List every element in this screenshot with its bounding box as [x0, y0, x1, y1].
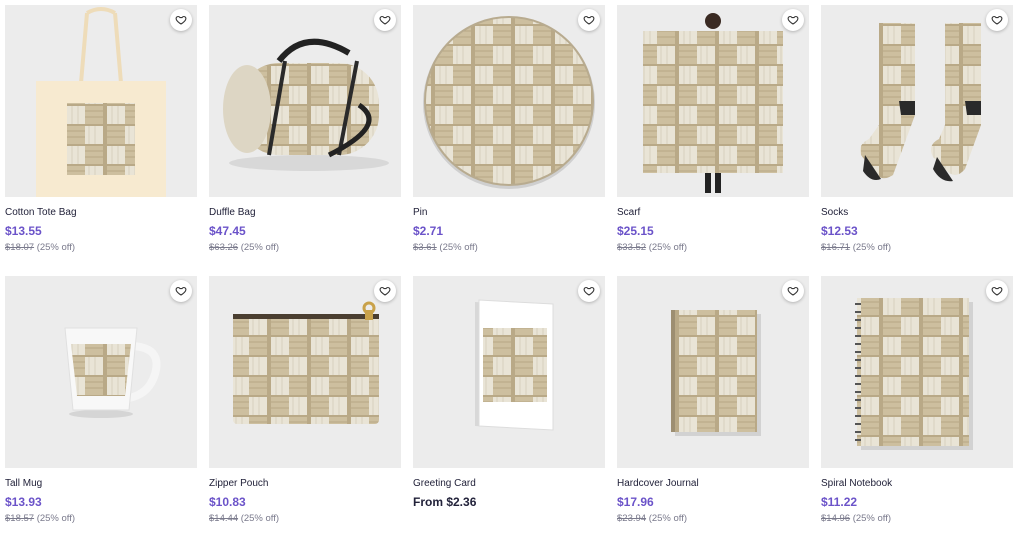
- heart-outline-icon: [787, 14, 799, 26]
- product-title[interactable]: Zipper Pouch: [209, 477, 401, 490]
- price-discount-line: $18.07 (25% off): [5, 242, 197, 254]
- product-price: $13.93: [5, 495, 42, 509]
- favorite-button[interactable]: [986, 9, 1008, 31]
- product-image-greeting-card[interactable]: [413, 276, 605, 468]
- heart-outline-icon: [583, 14, 595, 26]
- price-discount-line: $14.44 (25% off): [209, 513, 401, 525]
- product-image-spiral-notebook[interactable]: [821, 276, 1013, 468]
- price-discount-line: $33.52 (25% off): [617, 242, 809, 254]
- product-card[interactable]: Hardcover Journal $17.96 $23.94 (25% off…: [617, 276, 809, 525]
- product-title[interactable]: Spiral Notebook: [821, 477, 1013, 490]
- product-card[interactable]: Greeting Card From $2.36: [413, 276, 605, 510]
- product-card[interactable]: Scarf $25.15 $33.52 (25% off): [617, 5, 809, 254]
- product-image-tall-mug[interactable]: [5, 276, 197, 468]
- favorite-button[interactable]: [578, 280, 600, 302]
- product-card[interactable]: Pin $2.71 $3.61 (25% off): [413, 5, 605, 254]
- product-title[interactable]: Socks: [821, 206, 1013, 219]
- favorite-button[interactable]: [374, 280, 396, 302]
- product-title[interactable]: Tall Mug: [5, 477, 197, 490]
- heart-outline-icon: [787, 285, 799, 297]
- price-discount-line: $16.71 (25% off): [821, 242, 1013, 254]
- product-grid: Cotton Tote Bag $13.55 $18.07 (25% off) …: [0, 0, 1024, 535]
- heart-outline-icon: [991, 14, 1003, 26]
- price-discount-line: $14.96 (25% off): [821, 513, 1013, 525]
- product-card[interactable]: Duffle Bag $47.45 $63.26 (25% off): [209, 5, 401, 254]
- price-discount-line: $3.61 (25% off): [413, 242, 605, 254]
- price-discount-line: $18.57 (25% off): [5, 513, 197, 525]
- price-discount-line: $63.26 (25% off): [209, 242, 401, 254]
- discount-label: (25% off): [852, 242, 892, 253]
- product-price: $47.45: [209, 224, 246, 238]
- favorite-button[interactable]: [170, 280, 192, 302]
- discount-label: (25% off): [36, 513, 76, 524]
- original-price: $3.61: [413, 242, 437, 253]
- heart-outline-icon: [379, 14, 391, 26]
- heart-outline-icon: [379, 285, 391, 297]
- product-price: $12.53: [821, 224, 858, 238]
- discount-label: (25% off): [648, 513, 688, 524]
- product-title[interactable]: Cotton Tote Bag: [5, 206, 197, 219]
- price-discount-line: $23.94 (25% off): [617, 513, 809, 525]
- product-card[interactable]: Tall Mug $13.93 $18.57 (25% off): [5, 276, 197, 525]
- favorite-button[interactable]: [170, 9, 192, 31]
- product-title[interactable]: Scarf: [617, 206, 809, 219]
- discount-label: (25% off): [439, 242, 478, 253]
- original-price: $14.44: [209, 513, 239, 524]
- discount-label: (25% off): [240, 513, 280, 524]
- product-price: $11.22: [821, 495, 858, 509]
- heart-outline-icon: [175, 14, 187, 26]
- heart-outline-icon: [583, 285, 595, 297]
- original-price: $18.07: [5, 242, 35, 253]
- product-price: From $2.36: [413, 495, 477, 509]
- product-price: $17.96: [617, 495, 654, 509]
- product-card[interactable]: Spiral Notebook $11.22 $14.96 (25% off): [821, 276, 1013, 525]
- product-price: $13.55: [5, 224, 42, 238]
- favorite-button[interactable]: [374, 9, 396, 31]
- product-image-scarf[interactable]: [617, 5, 809, 197]
- product-price: $10.83: [209, 495, 246, 509]
- original-price: $63.26: [209, 242, 239, 253]
- product-title[interactable]: Hardcover Journal: [617, 477, 809, 490]
- product-image-zipper-pouch[interactable]: [209, 276, 401, 468]
- product-title[interactable]: Pin: [413, 206, 605, 219]
- product-image-tote-bag[interactable]: [5, 5, 197, 197]
- favorite-button[interactable]: [782, 9, 804, 31]
- discount-label: (25% off): [648, 242, 688, 253]
- discount-label: (25% off): [852, 513, 892, 524]
- original-price: $16.71: [821, 242, 851, 253]
- original-price: $23.94: [617, 513, 647, 524]
- product-image-socks[interactable]: [821, 5, 1013, 197]
- product-title[interactable]: Greeting Card: [413, 477, 605, 490]
- product-card[interactable]: Zipper Pouch $10.83 $14.44 (25% off): [209, 276, 401, 525]
- heart-outline-icon: [991, 285, 1003, 297]
- favorite-button[interactable]: [578, 9, 600, 31]
- original-price: $33.52: [617, 242, 647, 253]
- heart-outline-icon: [175, 285, 187, 297]
- product-image-hardcover-journal[interactable]: [617, 276, 809, 468]
- favorite-button[interactable]: [986, 280, 1008, 302]
- original-price: $18.57: [5, 513, 35, 524]
- original-price: $14.96: [821, 513, 851, 524]
- product-price: $25.15: [617, 224, 654, 238]
- discount-label: (25% off): [36, 242, 76, 253]
- favorite-button[interactable]: [782, 280, 804, 302]
- product-title[interactable]: Duffle Bag: [209, 206, 401, 219]
- discount-label: (25% off): [240, 242, 280, 253]
- product-card[interactable]: Cotton Tote Bag $13.55 $18.07 (25% off): [5, 5, 197, 254]
- product-image-pin[interactable]: [413, 5, 605, 197]
- product-card[interactable]: Socks $12.53 $16.71 (25% off): [821, 5, 1013, 254]
- product-price: $2.71: [413, 224, 444, 238]
- product-image-duffle-bag[interactable]: [209, 5, 401, 197]
